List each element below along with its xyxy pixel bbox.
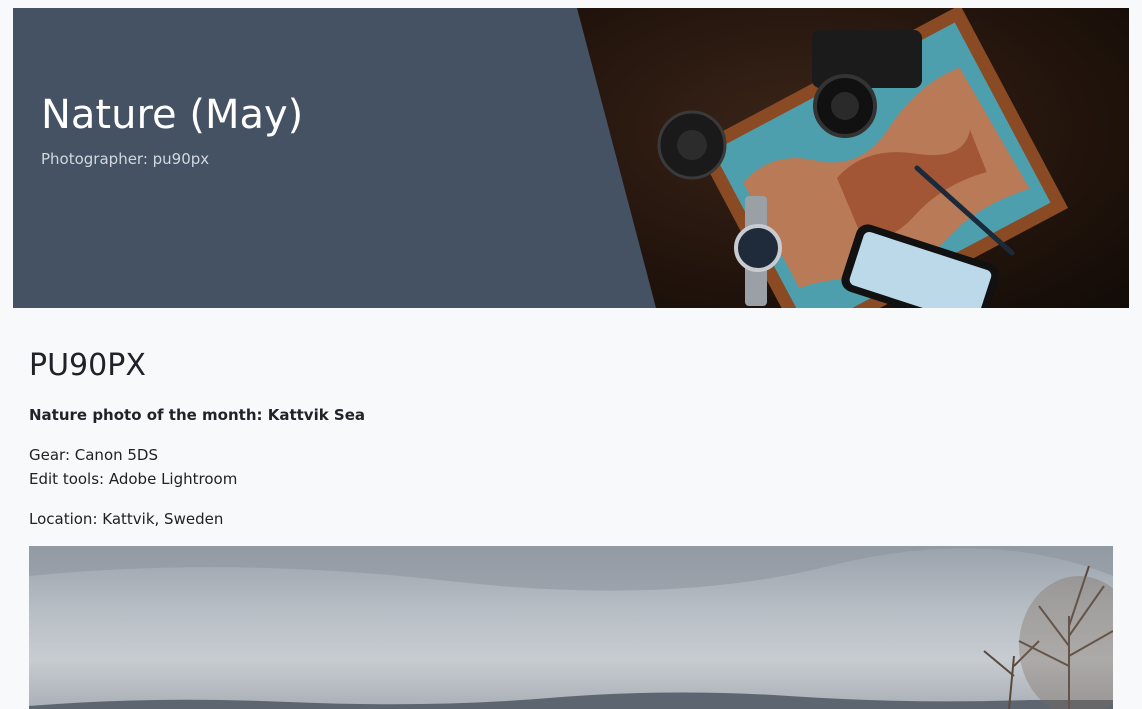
header-banner: Nature (May) Photographer: pu90px [13, 8, 1129, 308]
header-travel-photo [577, 8, 1129, 308]
distant-hills [29, 692, 1113, 709]
photo-of-month-label: Nature photo of the month: Kattvik Sea [29, 406, 366, 424]
clouds [29, 546, 1113, 591]
photographer-handle: PU90PX [29, 348, 146, 383]
edit-tools-info: Edit tools: Adobe Lightroom [29, 470, 238, 488]
article-content: PU90PX Nature photo of the month: Kattvi… [29, 340, 1113, 531]
featured-photo [29, 546, 1113, 709]
landscape-illustration [29, 546, 1113, 709]
page-subtitle: Photographer: pu90px [41, 150, 210, 168]
travel-flatlay-illustration [657, 8, 1069, 308]
watch-face [734, 224, 782, 272]
location-info: Location: Kattvik, Sweden [29, 510, 224, 528]
page-title: Nature (May) [41, 92, 304, 138]
gear-info: Gear: Canon 5DS [29, 446, 159, 464]
